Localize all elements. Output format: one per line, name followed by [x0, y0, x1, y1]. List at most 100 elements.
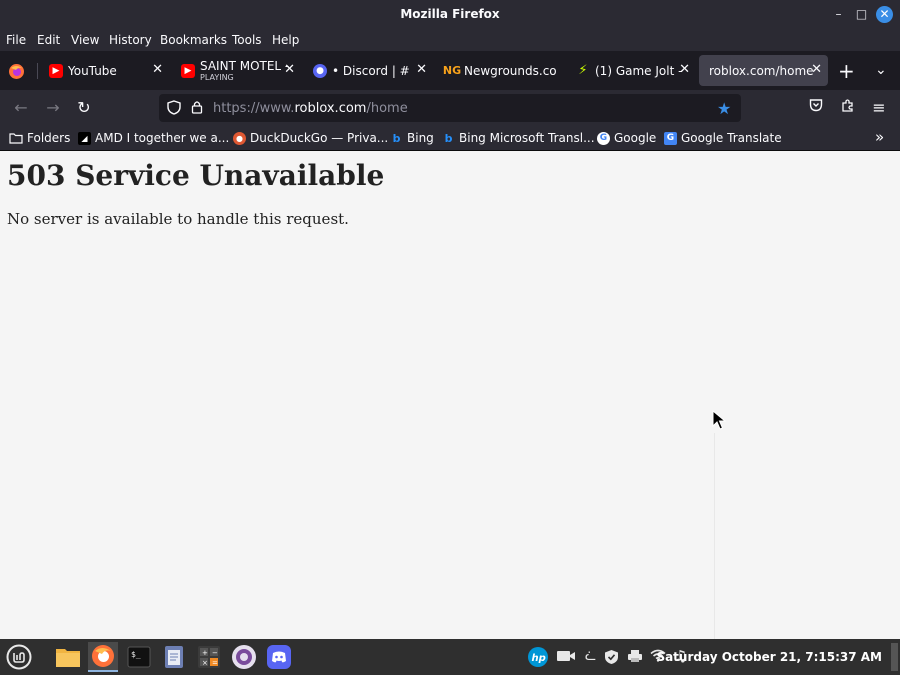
- close-tab-icon[interactable]: ✕: [152, 62, 163, 77]
- youtube-icon: ▶: [49, 63, 63, 78]
- menu-bar: File Edit View History Bookmarks Tools H…: [0, 29, 900, 51]
- menu-view[interactable]: View: [71, 33, 99, 47]
- bookmarks-toolbar: Folders ◢ AMD I together we a... ● DuckDuc…: [0, 126, 900, 151]
- mouse-cursor-icon: [712, 409, 728, 432]
- page-content: 503 Service Unavailable No server is ava…: [0, 151, 900, 639]
- reload-icon[interactable]: ↻: [74, 98, 94, 118]
- svg-text:=: =: [212, 659, 218, 667]
- close-tab-icon[interactable]: ✕: [811, 62, 822, 77]
- youtube-icon: ▶: [181, 63, 195, 78]
- files-icon[interactable]: [53, 642, 83, 672]
- taskbar: $_ + − × = hp ᓛ ♫ Saturday October 21, 7:15…: [0, 639, 900, 675]
- bookmark-label: Bing: [407, 131, 434, 145]
- tab-roblox[interactable]: roblox.com/home ✕: [699, 55, 828, 86]
- bookmark-label: Google Translate: [681, 131, 782, 145]
- tab-playing-label: PLAYING: [200, 72, 234, 82]
- bookmark-google[interactable]: G Google: [597, 131, 656, 145]
- tab-gamejolt[interactable]: ⚡ (1) Game Jolt - ✕: [566, 55, 696, 86]
- maximize-button[interactable]: □: [853, 6, 870, 23]
- close-tab-icon[interactable]: ✕: [679, 62, 690, 77]
- address-bar[interactable]: https://www.roblox.com/home ★: [159, 94, 741, 122]
- window-title: Mozilla Firefox: [400, 7, 500, 21]
- google-translate-icon: G: [664, 131, 677, 145]
- tab-newgrounds[interactable]: NG Newgrounds.co: [435, 55, 565, 86]
- tab-label: • Discord | #: [332, 63, 410, 78]
- tab-youtube[interactable]: ▶ YouTube ✕: [39, 55, 169, 86]
- svg-text:×: ×: [202, 659, 208, 667]
- discord-icon: ●: [313, 63, 327, 78]
- error-message: No server is available to handle this re…: [7, 210, 349, 228]
- menu-file[interactable]: File: [6, 33, 26, 47]
- calculator-icon[interactable]: + − × =: [194, 642, 224, 672]
- printer-icon[interactable]: [627, 649, 643, 667]
- bookmark-bing-translator[interactable]: b Bing Microsoft Transl...: [442, 131, 595, 145]
- tab-label: Newgrounds.co: [464, 63, 557, 78]
- bookmark-folders[interactable]: Folders: [9, 131, 70, 145]
- minimize-button[interactable]: –: [830, 6, 847, 23]
- hamburger-menu-icon[interactable]: ≡: [869, 98, 889, 118]
- close-tab-icon[interactable]: ✕: [284, 62, 295, 77]
- bing-icon: b: [444, 131, 453, 145]
- url-prefix: https://www.: [213, 101, 295, 116]
- bookmark-bing[interactable]: b Bing: [390, 131, 434, 145]
- bookmark-label: Google: [614, 131, 657, 145]
- menu-history[interactable]: History: [109, 33, 152, 47]
- bookmark-label: AMD I together we a...: [95, 131, 230, 145]
- clock[interactable]: Saturday October 21, 7:15:37 AM: [656, 650, 882, 664]
- discord-app-icon[interactable]: [264, 642, 294, 672]
- svg-text:+: +: [202, 649, 208, 657]
- bing-icon: b: [392, 131, 401, 145]
- tab-label: SAINT MOTEL -: [200, 58, 290, 73]
- lock-icon[interactable]: [191, 100, 203, 118]
- show-desktop-button[interactable]: [891, 643, 898, 671]
- gamejolt-icon: ⚡: [578, 63, 588, 78]
- google-icon: G: [597, 131, 610, 145]
- mint-menu-icon[interactable]: [4, 642, 34, 672]
- tab-label: YouTube: [68, 63, 117, 78]
- close-window-button[interactable]: ✕: [876, 6, 893, 23]
- tab-label: (1) Game Jolt -: [595, 63, 683, 78]
- svg-text:$_: $_: [131, 650, 141, 659]
- menu-help[interactable]: Help: [272, 33, 299, 47]
- svg-text:−: −: [212, 649, 218, 657]
- bookmarks-overflow-icon[interactable]: »: [875, 128, 884, 146]
- bookmark-star-icon[interactable]: ★: [717, 99, 731, 118]
- bookmark-label: Bing Microsoft Transl...: [459, 131, 595, 145]
- webcam-app-icon[interactable]: [229, 642, 259, 672]
- title-bar: Mozilla Firefox – □ ✕: [0, 0, 900, 29]
- error-heading: 503 Service Unavailable: [7, 159, 385, 192]
- terminal-icon[interactable]: $_: [124, 642, 154, 672]
- divider: [714, 433, 715, 639]
- bluetooth-icon[interactable]: ᓛ: [585, 649, 596, 664]
- list-all-tabs-icon[interactable]: ⌄: [875, 62, 887, 78]
- shield-update-icon[interactable]: [604, 649, 619, 669]
- svg-text:hp: hp: [532, 653, 546, 664]
- firefox-icon[interactable]: [88, 642, 118, 672]
- tab-label: roblox.com/home: [709, 63, 814, 78]
- close-tab-icon[interactable]: ✕: [416, 62, 427, 77]
- camera-icon[interactable]: [556, 649, 576, 667]
- bookmark-duckduckgo[interactable]: ● DuckDuckGo — Priva...: [233, 131, 388, 145]
- menu-tools[interactable]: Tools: [232, 33, 262, 47]
- url-text[interactable]: https://www.roblox.com/home: [213, 101, 408, 116]
- pocket-icon[interactable]: [806, 98, 826, 118]
- folder-icon: [9, 132, 23, 144]
- bookmark-amd[interactable]: ◢ AMD I together we a...: [78, 131, 229, 145]
- menu-bookmarks[interactable]: Bookmarks: [160, 33, 227, 47]
- extensions-icon[interactable]: [838, 98, 858, 118]
- bookmark-google-translate[interactable]: G Google Translate: [664, 131, 782, 145]
- text-editor-icon[interactable]: [159, 642, 189, 672]
- url-path: /home: [366, 101, 408, 116]
- navigation-toolbar: ← → ↻ https://www.roblox.com/home ★ ≡: [0, 90, 900, 126]
- back-icon[interactable]: ←: [11, 98, 31, 118]
- tab-strip: ▶ YouTube ✕ ▶ SAINT MOTEL - PLAYING ✕ ● …: [0, 51, 900, 90]
- tab-discord[interactable]: ● • Discord | # ✕: [303, 55, 433, 86]
- hp-icon[interactable]: hp: [527, 646, 549, 672]
- tracking-protection-shield-icon[interactable]: [167, 100, 181, 119]
- new-tab-icon[interactable]: +: [838, 59, 855, 83]
- menu-edit[interactable]: Edit: [37, 33, 60, 47]
- tab-saint-motel[interactable]: ▶ SAINT MOTEL - PLAYING ✕: [171, 55, 301, 86]
- duckduckgo-icon: ●: [233, 131, 246, 145]
- forward-icon[interactable]: →: [43, 98, 63, 118]
- firefox-view-icon[interactable]: [8, 63, 25, 80]
